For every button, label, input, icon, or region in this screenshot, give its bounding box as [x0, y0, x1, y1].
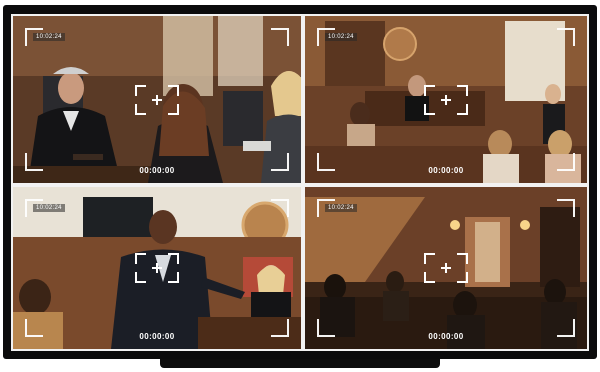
focus-crosshair: [135, 253, 179, 283]
focus-crosshair: [424, 84, 468, 115]
recording-time: 10:02:24: [33, 33, 65, 41]
frame-corner-bottom-left: [25, 153, 43, 171]
focus-crosshair: [135, 84, 179, 115]
elapsed-timecode: 00:00:00: [428, 332, 464, 341]
recording-time: 10:02:24: [325, 204, 357, 212]
frame-corner-bottom-right: [271, 319, 289, 337]
plus-icon: [441, 263, 451, 273]
camera-feed-1[interactable]: 10:02:24 00:00:00: [13, 16, 301, 183]
camera-feed-3[interactable]: 10:02:24 00:00:00: [13, 187, 301, 349]
plus-icon: [441, 94, 451, 105]
frame-corner-bottom-left: [317, 319, 335, 337]
tv-monitor: 10:02:24 00:00:00 10:02:24 00:00:00 10:0…: [3, 5, 597, 359]
recording-time: 10:02:24: [325, 33, 357, 41]
plus-icon: [152, 94, 162, 105]
elapsed-timecode: 00:00:00: [139, 332, 175, 341]
focus-crosshair: [424, 253, 468, 283]
frame-corner-top-right: [557, 28, 575, 46]
frame-corner-top-right: [271, 28, 289, 46]
frame-corner-bottom-right: [271, 153, 289, 171]
camera-feed-2[interactable]: 10:02:24 00:00:00: [305, 16, 587, 183]
frame-corner-top-right: [557, 199, 575, 217]
video-wall: 10:02:24 00:00:00 10:02:24 00:00:00 10:0…: [11, 14, 589, 351]
frame-corner-bottom-right: [557, 319, 575, 337]
camera-feed-4[interactable]: 10:02:24 00:00:00: [305, 187, 587, 349]
elapsed-timecode: 00:00:00: [139, 166, 175, 175]
recording-time: 10:02:24: [33, 204, 65, 212]
frame-corner-bottom-left: [25, 319, 43, 337]
frame-corner-bottom-left: [317, 153, 335, 171]
plus-icon: [152, 263, 162, 273]
frame-corner-top-right: [271, 199, 289, 217]
elapsed-timecode: 00:00:00: [428, 166, 464, 175]
frame-corner-bottom-right: [557, 153, 575, 171]
tv-stand: [160, 359, 440, 368]
